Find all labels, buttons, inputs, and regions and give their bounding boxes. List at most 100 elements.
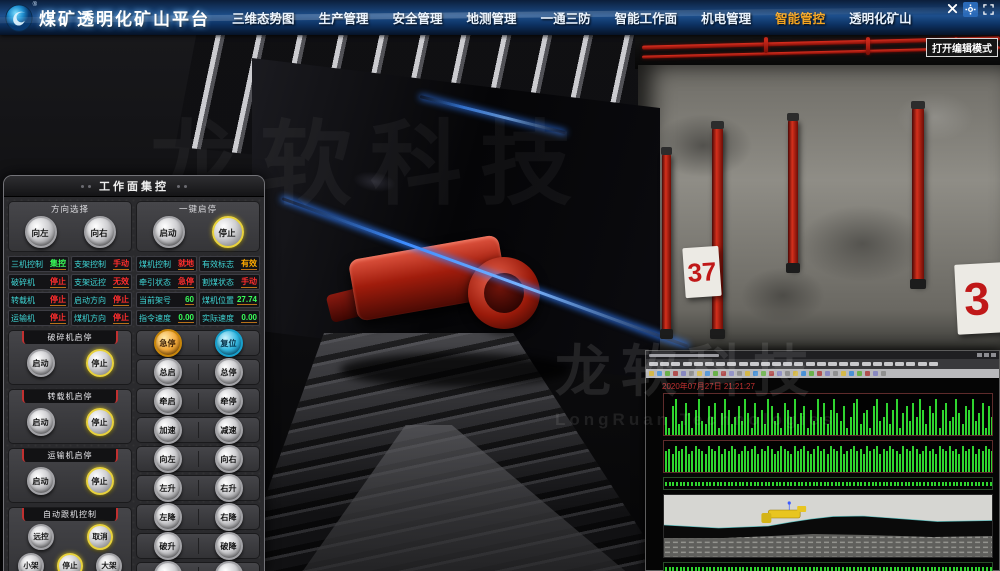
menu-item[interactable] <box>884 362 893 366</box>
menu-item[interactable] <box>839 362 848 366</box>
nav-item[interactable]: 安全管理 <box>393 8 443 27</box>
round-button[interactable]: 牵启 <box>154 387 182 415</box>
toolbar-icon[interactable] <box>817 371 822 376</box>
menu-item[interactable] <box>895 362 904 366</box>
toolbar-icon[interactable] <box>689 371 694 376</box>
toolbar-icon[interactable] <box>649 371 654 376</box>
round-button[interactable]: 向左 <box>25 216 57 248</box>
toolbar-icon[interactable] <box>793 371 798 376</box>
menu-item[interactable] <box>817 362 826 366</box>
tools-icon[interactable] <box>945 2 960 17</box>
menu-item[interactable] <box>761 362 770 366</box>
round-button[interactable]: 远控 <box>28 524 54 550</box>
toolbar-icon[interactable] <box>745 371 750 376</box>
menu-item[interactable] <box>739 362 748 366</box>
toolbar-icon[interactable] <box>873 371 878 376</box>
toolbar-icon[interactable] <box>833 371 838 376</box>
toolbar-icon[interactable] <box>761 371 766 376</box>
round-button[interactable]: 复位 <box>215 329 243 357</box>
menu-item[interactable] <box>906 362 915 366</box>
round-button[interactable]: 总启 <box>154 358 182 386</box>
toolbar-icon[interactable] <box>841 371 846 376</box>
toolbar-icon[interactable] <box>865 371 870 376</box>
menu-item[interactable] <box>649 362 658 366</box>
menu-item[interactable] <box>918 362 927 366</box>
menu-item[interactable] <box>850 362 859 366</box>
round-button[interactable]: 启动 <box>27 349 55 377</box>
toolbar-icon[interactable] <box>801 371 806 376</box>
round-button[interactable]: 停止 <box>212 216 244 248</box>
toolbar-icon[interactable] <box>769 371 774 376</box>
toolbar-icon[interactable] <box>825 371 830 376</box>
round-button[interactable]: 小架 <box>18 553 44 571</box>
round-button[interactable]: 总停 <box>215 358 243 386</box>
nav-item[interactable]: 机电管理 <box>701 8 751 27</box>
nav-item[interactable]: 三维态势图 <box>232 8 295 27</box>
menu-item[interactable] <box>716 362 725 366</box>
toolbar-icon[interactable] <box>753 371 758 376</box>
toolbar-icon[interactable] <box>673 371 678 376</box>
nav-item[interactable]: 智能管控 <box>775 8 825 27</box>
toolbar-icon[interactable] <box>721 371 726 376</box>
toolbar-icon[interactable] <box>705 371 710 376</box>
round-button[interactable]: 左升 <box>154 474 182 502</box>
toolbar-icon[interactable] <box>881 371 886 376</box>
round-button[interactable]: 牵停 <box>215 387 243 415</box>
menu-item[interactable] <box>694 362 703 366</box>
nav-item[interactable]: 一通三防 <box>541 8 591 27</box>
toolbar-icon[interactable] <box>737 371 742 376</box>
toolbar-icon[interactable] <box>785 371 790 376</box>
round-button[interactable]: 停止 <box>86 467 114 495</box>
round-button[interactable]: 取消 <box>87 524 113 550</box>
memory-cut-chart-window[interactable]: 2020年07月27日 21:21:27 <box>645 350 1000 571</box>
round-button[interactable]: 启动 <box>153 216 185 248</box>
toolbar-icon[interactable] <box>713 371 718 376</box>
round-button[interactable]: 减速 <box>215 416 243 444</box>
minimize-icon[interactable] <box>977 353 982 357</box>
toolbar-icon[interactable] <box>665 371 670 376</box>
menu-item[interactable] <box>772 362 781 366</box>
toolbar-icon[interactable] <box>657 371 662 376</box>
round-button[interactable]: 启动 <box>27 408 55 436</box>
toolbar-icon[interactable] <box>857 371 862 376</box>
round-button[interactable]: 左降 <box>154 503 182 531</box>
open-edit-mode-button[interactable]: 打开编辑模式 <box>926 38 998 57</box>
menu-item[interactable] <box>929 362 938 366</box>
round-button[interactable]: 破降 <box>215 532 243 560</box>
menu-item[interactable] <box>783 362 792 366</box>
toolbar-icon[interactable] <box>849 371 854 376</box>
round-button[interactable]: 加速 <box>154 416 182 444</box>
round-button[interactable]: 向右 <box>84 216 116 248</box>
menu-item[interactable] <box>828 362 837 366</box>
round-button[interactable]: 向左 <box>154 445 182 473</box>
round-button[interactable]: 右降 <box>215 503 243 531</box>
toolbar-icon[interactable] <box>729 371 734 376</box>
round-button[interactable]: 停止 <box>57 553 83 571</box>
round-button[interactable]: 停止 <box>86 408 114 436</box>
menu-item[interactable] <box>862 362 871 366</box>
round-button[interactable]: 手动 <box>215 561 243 571</box>
menu-item[interactable] <box>750 362 759 366</box>
toolbar-icon[interactable] <box>697 371 702 376</box>
round-button[interactable]: 停止 <box>86 349 114 377</box>
menu-item[interactable] <box>806 362 815 366</box>
menu-item[interactable] <box>705 362 714 366</box>
round-button[interactable]: 右升 <box>215 474 243 502</box>
nav-item[interactable]: 生产管理 <box>319 8 369 27</box>
maximize-icon[interactable] <box>984 353 989 357</box>
toolbar-icon[interactable] <box>681 371 686 376</box>
gear-icon[interactable] <box>963 2 978 17</box>
menu-item[interactable] <box>873 362 882 366</box>
round-button[interactable]: 大架 <box>96 553 122 571</box>
round-button[interactable]: 向右 <box>215 445 243 473</box>
menu-item[interactable] <box>671 362 680 366</box>
round-button[interactable]: 破升 <box>154 532 182 560</box>
toolbar-icon[interactable] <box>777 371 782 376</box>
round-button[interactable]: 启动 <box>27 467 55 495</box>
fullscreen-icon[interactable] <box>981 2 996 17</box>
menu-item[interactable] <box>727 362 736 366</box>
nav-item[interactable]: 智能工作面 <box>615 8 678 27</box>
toolbar-icon[interactable] <box>809 371 814 376</box>
nav-item[interactable]: 地测管理 <box>467 8 517 27</box>
round-button[interactable]: 自动 <box>154 561 182 571</box>
